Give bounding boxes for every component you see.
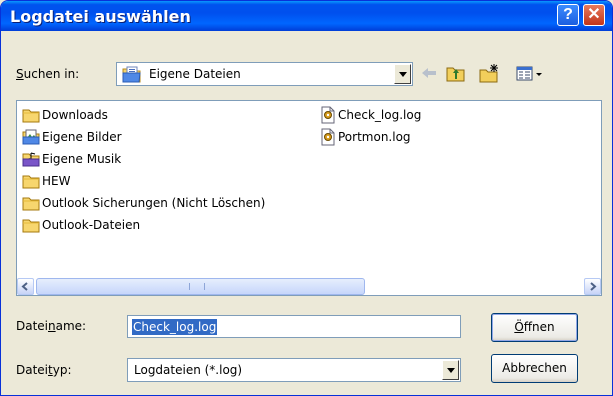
- look-in-label-accel: S: [16, 67, 24, 81]
- folder-icon: [22, 217, 42, 233]
- file-list-item-label: Eigene Bilder: [42, 130, 122, 144]
- filetype-select[interactable]: Logdateien (*.log): [127, 358, 461, 382]
- filename-label-accel: n: [48, 319, 56, 333]
- open-button-label: ffnen: [523, 320, 555, 334]
- filetype-label-a: Datei: [16, 363, 49, 377]
- file-list-item[interactable]: Check_log.log: [320, 105, 421, 125]
- file-list-item[interactable]: Downloads: [22, 105, 108, 125]
- music-folder-icon: [22, 151, 42, 167]
- log-file-icon: [320, 106, 338, 124]
- look-in-select[interactable]: Eigene Dateien: [116, 62, 413, 86]
- filename-label-b: ame:: [55, 319, 87, 333]
- file-list-item-label: Eigene Musik: [42, 152, 122, 166]
- horizontal-scrollbar[interactable]: [17, 278, 601, 295]
- scrollbar-thumb[interactable]: [36, 278, 365, 295]
- log-file-icon: [320, 128, 338, 146]
- file-list-item[interactable]: Eigene Musik: [22, 149, 121, 169]
- help-button[interactable]: ?: [557, 4, 579, 26]
- filetype-label: Dateityp:: [16, 363, 72, 377]
- file-list-item[interactable]: Eigene Bilder: [22, 127, 122, 147]
- scroll-left-button[interactable]: [17, 278, 34, 295]
- filename-value: Check_log.log: [132, 319, 218, 335]
- filename-label-a: Datei: [16, 319, 49, 333]
- look-in-value: Eigene Dateien: [149, 67, 241, 81]
- file-list-item[interactable]: Portmon.log: [320, 127, 411, 147]
- close-button[interactable]: ✕: [583, 4, 605, 26]
- filetype-value: Logdateien (*.log): [134, 363, 243, 377]
- filename-input[interactable]: Check_log.log: [127, 315, 461, 338]
- scroll-right-button[interactable]: [584, 278, 601, 295]
- look-in-label: Suchen in:: [16, 67, 79, 81]
- back-icon[interactable]: [418, 63, 440, 83]
- filetype-label-b: yp:: [52, 363, 72, 377]
- filetype-dropdown-button[interactable]: [442, 360, 459, 380]
- view-menu-icon[interactable]: [515, 63, 545, 83]
- file-list-item-label: Check_log.log: [338, 108, 422, 122]
- file-list-item-label: Downloads: [42, 108, 108, 122]
- file-list-item-label: HEW: [42, 174, 71, 188]
- up-folder-icon[interactable]: [445, 63, 467, 83]
- file-list-item[interactable]: HEW: [22, 171, 70, 191]
- folder-icon: [22, 173, 42, 189]
- open-button[interactable]: Öffnen: [491, 313, 578, 342]
- look-in-label-text: uchen in:: [23, 67, 80, 81]
- file-list-item-label: Outlook Sicherungen (Nicht Löschen): [42, 196, 266, 210]
- dialog-title: Logdatei auswählen: [10, 7, 191, 26]
- file-list-item[interactable]: Outlook-Dateien: [22, 215, 140, 235]
- pictures-folder-icon: [22, 129, 42, 145]
- file-list-item-label: Portmon.log: [338, 130, 411, 144]
- filename-label: Dateiname:: [16, 319, 86, 333]
- title-bar[interactable]: Logdatei auswählen ? ✕: [1, 1, 612, 31]
- cancel-button[interactable]: Abbrechen: [491, 354, 578, 383]
- file-list-item-label: Outlook-Dateien: [42, 218, 141, 232]
- new-folder-icon[interactable]: [479, 63, 501, 83]
- documents-folder-icon: [122, 66, 141, 83]
- folder-icon: [22, 107, 42, 123]
- folder-icon: [22, 195, 42, 211]
- file-list[interactable]: Downloads Eigene Bilder Eigene Musik HEW Out…: [16, 100, 602, 296]
- file-open-dialog: Logdatei auswählen ? ✕ Suchen in: Eigene…: [0, 0, 613, 396]
- look-in-dropdown-button[interactable]: [394, 64, 411, 84]
- open-button-accel: Ö: [514, 320, 524, 334]
- file-list-item[interactable]: Outlook Sicherungen (Nicht Löschen): [22, 193, 265, 213]
